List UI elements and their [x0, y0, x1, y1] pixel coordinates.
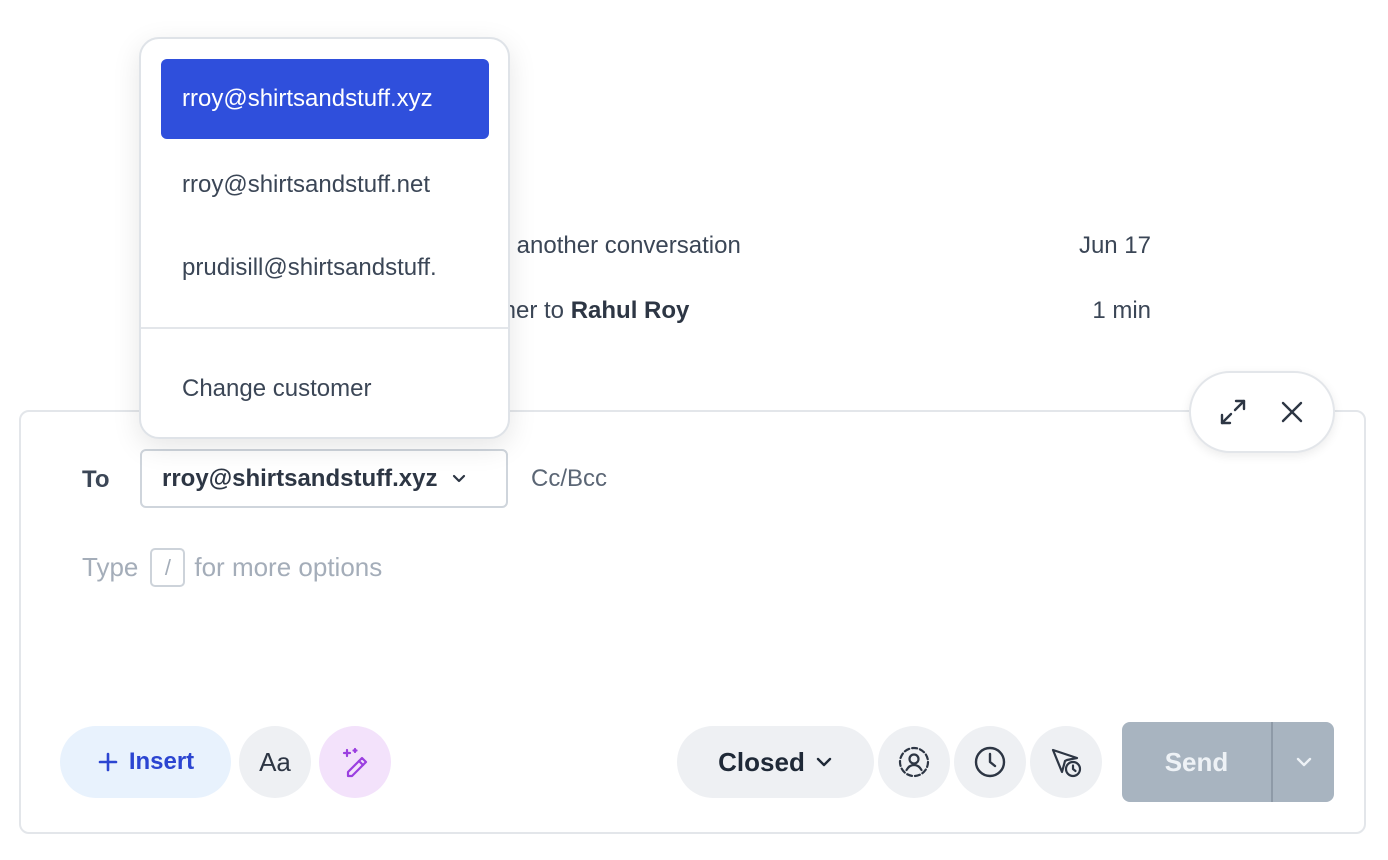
- event-time: Jun 17: [1078, 232, 1151, 259]
- placeholder-text-after: for more options: [194, 552, 383, 582]
- to-label: To: [82, 466, 110, 493]
- close-button[interactable]: [1270, 390, 1314, 434]
- status-label: Closed: [718, 746, 805, 777]
- schedule-send-icon: [1051, 748, 1082, 778]
- event-time: 1 min: [1092, 297, 1151, 324]
- magic-pen-icon: [342, 747, 368, 778]
- message-input[interactable]: Type / for more options: [82, 548, 382, 587]
- send-button-group: Send: [1122, 722, 1334, 802]
- insert-button[interactable]: Insert: [60, 726, 231, 798]
- recipient-dropdown-menu: rroy@shirtsandstuff.xyz rroy@shirtsandst…: [139, 37, 510, 439]
- send-button[interactable]: Send: [1122, 722, 1271, 802]
- placeholder-text-before: Type: [82, 552, 139, 582]
- slash-key-hint: /: [150, 548, 186, 587]
- change-customer-option[interactable]: Change customer: [182, 375, 371, 403]
- ai-compose-button[interactable]: [319, 726, 391, 798]
- chevron-down-icon: [1296, 757, 1311, 767]
- recipient-select[interactable]: rroy@shirtsandstuff.xyz: [140, 449, 508, 508]
- text-format-label: Aa: [259, 746, 291, 777]
- plus-icon: [98, 752, 118, 772]
- insert-label: Insert: [128, 748, 195, 775]
- status-dropdown-button[interactable]: Closed: [677, 726, 874, 798]
- composer-window-controls: [1189, 371, 1335, 453]
- recipient-option[interactable]: prudisill@shirtsandstuff.: [161, 228, 489, 308]
- schedule-send-button[interactable]: [1030, 726, 1102, 798]
- snooze-button[interactable]: [954, 726, 1026, 798]
- expand-icon: [1220, 399, 1245, 425]
- clock-icon: [974, 746, 1006, 778]
- cc-bcc-link[interactable]: Cc/Bcc: [531, 465, 607, 493]
- expand-button[interactable]: [1211, 390, 1255, 434]
- menu-divider: [141, 327, 508, 329]
- send-options-button[interactable]: [1273, 722, 1334, 802]
- recipient-option[interactable]: rroy@shirtsandstuff.net: [161, 145, 489, 225]
- assign-user-icon: [898, 746, 930, 778]
- assign-button[interactable]: [878, 726, 950, 798]
- recipient-option[interactable]: rroy@shirtsandstuff.xyz: [161, 59, 489, 139]
- text-format-button[interactable]: Aa: [239, 726, 311, 798]
- close-icon: [1281, 401, 1302, 423]
- event-customer-name: Rahul Roy: [570, 297, 690, 324]
- chevron-down-icon: [816, 757, 832, 767]
- chevron-down-icon: [451, 474, 467, 484]
- event-text: mer to Rahul Roy: [496, 297, 689, 325]
- event-text: m another conversation: [490, 232, 741, 259]
- recipient-value: rroy@shirtsandstuff.xyz: [162, 464, 438, 492]
